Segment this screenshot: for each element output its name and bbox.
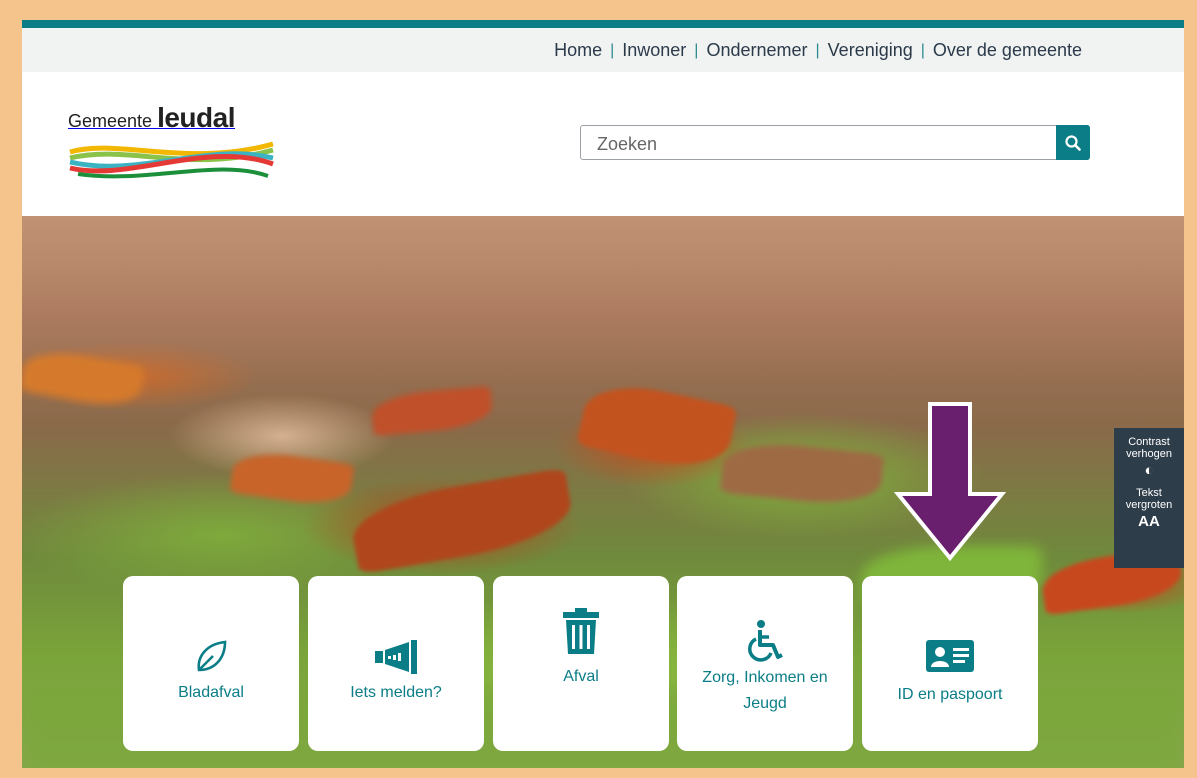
tile-label: Bladafval [178,683,244,701]
tile-label: ID en paspoort [897,685,1003,703]
leaf-shape [719,437,885,510]
logo-waves-icon [69,141,274,179]
logo-name: leudal [157,102,235,133]
trash-icon [563,607,599,654]
nav-inwoner[interactable]: Inwoner [622,40,686,61]
site-header: Gemeente leudal [22,72,1184,216]
leaf-icon [197,640,227,671]
nav-separator: | [815,41,820,59]
nav-home[interactable]: Home [554,40,602,61]
leaf-shape [347,467,577,575]
nav-separator: | [610,41,615,59]
tile-iets-melden[interactable]: Iets melden? [308,576,484,751]
nav-ondernemer[interactable]: Ondernemer [706,40,807,61]
half-circle-icon: ◐ [1144,462,1154,479]
tile-bladafval[interactable]: Bladafval [123,576,299,751]
contrast-button[interactable]: Contrast verhogen ◐ [1114,428,1184,479]
contrast-label: Contrast verhogen [1126,436,1172,460]
search-box [580,125,1090,160]
arrow-down-icon [893,402,1007,562]
browser-page: Home | Inwoner | Ondernemer | Vereniging | O… [22,20,1184,768]
text-size-label: Tekst vergroten [1125,487,1173,511]
nav-over-de-gemeente[interactable]: Over de gemeente [933,40,1082,61]
hero-blur-overlay [22,216,1184,386]
search-input[interactable] [595,133,1039,156]
tile-label: Iets melden? [350,683,442,701]
top-navigation: Home | Inwoner | Ondernemer | Vereniging | O… [22,28,1184,72]
site-logo[interactable]: Gemeente leudal [68,102,278,187]
nav-vereniging[interactable]: Vereniging [828,40,913,61]
top-accent-bar [22,20,1184,28]
nav-separator: | [694,41,699,59]
search-icon [1065,134,1081,151]
tile-label: Afval [563,667,599,685]
tile-id-paspoort[interactable]: ID en paspoort [862,576,1038,751]
accessibility-panel: Contrast verhogen ◐ Tekst vergroten AA [1114,428,1184,568]
tile-label: Zorg, Inkomen en Jeugd [702,668,828,712]
logo-prefix: Gemeente [68,111,153,131]
tile-zorg-inkomen-jeugd[interactable]: Zorg, Inkomen en Jeugd [677,576,853,751]
search-button[interactable] [1056,125,1090,160]
wheelchair-icon [748,619,783,662]
leaf-shape [229,447,355,510]
leaf-shape [370,385,494,437]
text-size-glyph: AA [1138,513,1160,530]
logo-text: Gemeente leudal [68,102,278,134]
megaphone-icon [375,639,417,674]
leaf-shape [576,376,738,476]
tile-afval[interactable]: Afval [493,576,669,751]
text-size-button[interactable]: Tekst vergroten AA [1114,479,1184,530]
nav-separator: | [920,41,925,59]
id-card-icon [926,639,974,672]
